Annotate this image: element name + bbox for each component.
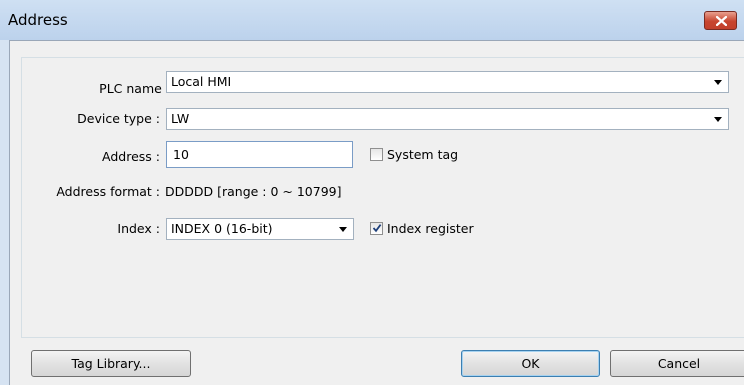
chevron-down-icon [714, 117, 722, 122]
device-type-value: LW [171, 111, 190, 126]
dialog-client-area: PLC name : Local HMI Device type : LW Ad… [9, 40, 744, 385]
address-dialog: Address PLC name : Local HMI Device type… [0, 0, 744, 385]
plc-name-value: Local HMI [171, 74, 232, 89]
address-label: Address : [102, 149, 160, 164]
title-bar[interactable]: Address [0, 0, 744, 40]
dialog-title: Address [8, 11, 68, 29]
plc-name-dropdown[interactable]: Local HMI [166, 71, 729, 93]
checkmark-icon [372, 224, 382, 233]
address-format-label: Address format : [56, 184, 160, 199]
tag-library-button[interactable]: Tag Library... [31, 350, 191, 377]
chevron-down-icon [714, 80, 722, 85]
address-input-box[interactable] [166, 141, 353, 168]
cancel-button[interactable]: Cancel [610, 350, 744, 377]
address-input[interactable] [167, 142, 352, 167]
system-tag-checkbox[interactable] [370, 148, 383, 161]
index-value: INDEX 0 (16-bit) [171, 221, 273, 236]
close-icon [716, 16, 727, 26]
device-type-dropdown[interactable]: LW [166, 108, 729, 130]
ok-button[interactable]: OK [461, 350, 600, 377]
address-format-value: DDDDD [range : 0 ~ 10799] [165, 184, 342, 199]
close-button[interactable] [704, 11, 737, 30]
device-type-label: Device type : [77, 111, 160, 126]
index-dropdown[interactable]: INDEX 0 (16-bit) [166, 218, 354, 240]
index-label: Index : [117, 221, 160, 236]
index-register-checkbox[interactable] [370, 222, 383, 235]
plc-name-label: PLC name : [99, 81, 170, 96]
chevron-down-icon [339, 227, 347, 232]
index-register-label[interactable]: Index register [387, 221, 474, 237]
system-tag-label[interactable]: System tag [387, 147, 458, 163]
